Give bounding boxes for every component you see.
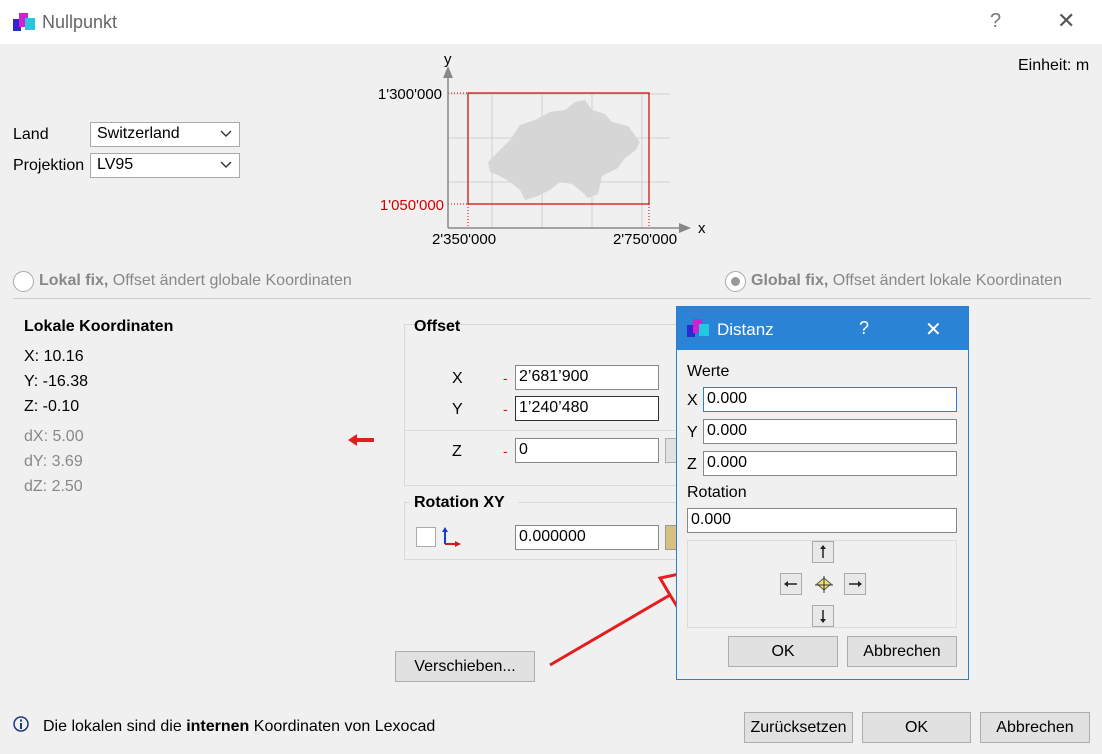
distanz-title: Distanz	[717, 320, 774, 339]
nudge-right-button[interactable]	[844, 573, 866, 595]
distanz-ok-button[interactable]: OK	[728, 636, 838, 667]
local-y: Y: -16.38	[24, 373, 89, 390]
distanz-rotation-input[interactable]: 0.000	[687, 508, 957, 533]
cancel-button[interactable]: Abbrechen	[980, 712, 1090, 743]
global-fix-label: Global fix, Offset ändert lokale Koordin…	[751, 272, 1062, 290]
distanz-z-label: Z	[687, 456, 697, 473]
info-bold: internen	[186, 718, 250, 735]
window-title: Nullpunkt	[42, 12, 118, 32]
offset-y-label: Y	[452, 401, 463, 418]
reset-button[interactable]: Zurücksetzen	[744, 712, 853, 743]
projektion-value: LV95	[97, 156, 134, 173]
x-left-label: 2'350'000	[432, 231, 496, 248]
offset-x-label: X	[452, 370, 463, 387]
global-fix-text: Offset ändert lokale Koordinaten	[828, 272, 1062, 289]
info-text: Die lokalen sind die internen Koordinate…	[43, 718, 435, 736]
rotation-input[interactable]: 0.000000	[515, 525, 659, 550]
global-fix-bold: Global fix,	[751, 272, 829, 289]
title-bar: Nullpunkt ? ✕	[0, 0, 1102, 44]
app-icon	[13, 13, 35, 31]
y-axis-label: y	[444, 51, 452, 68]
offset-x-minus: -	[503, 370, 508, 386]
distanz-y-input[interactable]: 0.000	[703, 419, 957, 444]
switzerland-shape	[488, 100, 640, 200]
unit-label: Einheit: m	[1018, 57, 1090, 74]
distanz-close-button[interactable]: ✕	[925, 317, 942, 342]
rotation-label: Rotation	[687, 484, 747, 501]
projektion-select[interactable]: LV95	[90, 153, 240, 178]
offset-z-label: Z	[452, 443, 462, 460]
help-button[interactable]: ?	[990, 10, 1001, 33]
chevron-down-icon	[220, 130, 232, 137]
close-button[interactable]: ✕	[1057, 8, 1075, 34]
y-top-label: 1'300'000	[378, 86, 442, 103]
separator	[13, 298, 1091, 299]
lokal-fix-bold: Lokal fix,	[39, 272, 109, 289]
chevron-down-icon	[220, 161, 232, 168]
distanz-x-input[interactable]: 0.000	[703, 387, 957, 412]
coordinate-map: y x 1'300'000 1'050'000 2'350'000 2'750'…	[378, 51, 706, 248]
distanz-z-input[interactable]: 0.000	[703, 451, 957, 476]
nudge-down-button[interactable]	[812, 605, 834, 627]
distanz-x-label: X	[687, 392, 698, 409]
verschieben-button[interactable]: Verschieben...	[395, 651, 535, 682]
axes-icon	[442, 527, 461, 547]
rotation-checkbox[interactable]	[416, 527, 436, 547]
rotation-heading: Rotation XY	[414, 494, 505, 511]
distanz-y-label: Y	[687, 424, 698, 441]
offset-y-input[interactable]: 1’240’480	[515, 396, 659, 421]
nudge-up-button[interactable]	[812, 541, 834, 563]
nudge-left-button[interactable]	[780, 573, 802, 595]
x-right-label: 2'750'000	[613, 231, 677, 248]
offset-z-minus: -	[503, 443, 508, 459]
land-label: Land	[13, 126, 49, 143]
lokal-fix-radio[interactable]	[13, 271, 34, 292]
global-fix-radio[interactable]	[725, 271, 746, 292]
projektion-label: Projektion	[13, 157, 85, 174]
arrow-left-icon	[784, 581, 797, 587]
app-icon	[687, 319, 709, 337]
info-icon	[13, 716, 29, 732]
ok-button[interactable]: OK	[862, 712, 971, 743]
local-x: X: 10.16	[24, 348, 84, 365]
y-bottom-label: 1'050'000	[380, 197, 444, 214]
distanz-help-button[interactable]: ?	[859, 318, 869, 339]
local-coords-heading: Lokale Koordinaten	[24, 318, 174, 335]
arrow-up-icon	[820, 545, 826, 558]
local-z: Z: -0.10	[24, 398, 80, 415]
arrow-down-icon	[820, 610, 826, 623]
lokal-fix-text: Offset ändert globale Koordinaten	[108, 272, 352, 289]
offset-heading: Offset	[414, 318, 461, 335]
offset-divider	[405, 430, 675, 431]
distanz-dialog: Distanz ? ✕ Werte X 0.000 Y 0.000 Z 0.00…	[676, 306, 969, 680]
arrow-right-icon	[849, 581, 862, 587]
land-select[interactable]: Switzerland	[90, 122, 240, 147]
move-icon	[815, 576, 833, 593]
lokal-fix-label: Lokal fix, Offset ändert globale Koordin…	[39, 272, 352, 290]
left-arrow-icon	[348, 434, 374, 446]
offset-y-minus: -	[503, 401, 508, 417]
offset-x-input[interactable]: 2’681’900	[515, 365, 659, 390]
x-axis-label: x	[698, 220, 706, 237]
x-axis-arrow	[679, 223, 691, 233]
local-dz: dZ: 2.50	[24, 478, 83, 495]
werte-label: Werte	[687, 363, 730, 380]
local-dy: dY: 3.69	[24, 453, 83, 470]
info-post: Koordinaten von Lexocad	[249, 718, 436, 735]
distanz-cancel-button[interactable]: Abbrechen	[847, 636, 957, 667]
distanz-title-bar: Distanz ? ✕	[677, 307, 968, 350]
offset-z-input[interactable]: 0	[515, 438, 659, 463]
land-value: Switzerland	[97, 125, 180, 142]
local-dx: dX: 5.00	[24, 428, 84, 445]
info-pre: Die lokalen sind die	[43, 718, 187, 735]
